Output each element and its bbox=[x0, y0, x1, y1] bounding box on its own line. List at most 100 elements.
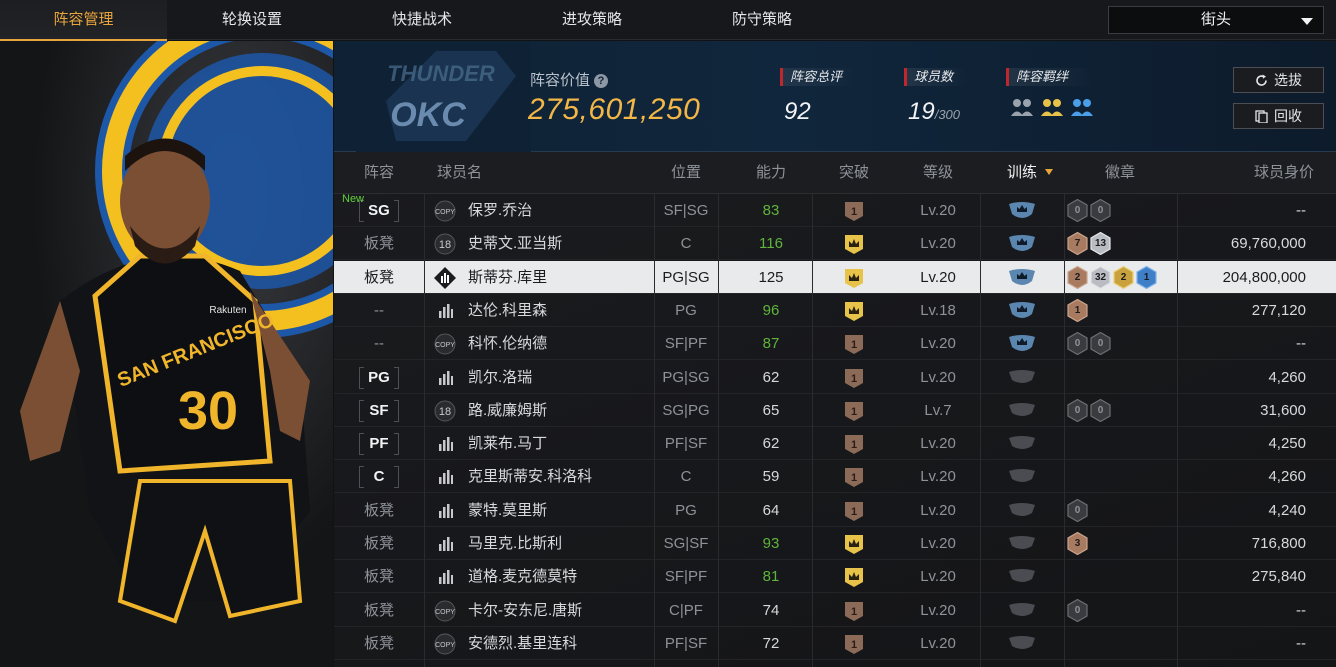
badge-group[interactable]: 1 bbox=[1067, 298, 1088, 323]
badge-group[interactable]: 00 bbox=[1067, 398, 1111, 422]
col-player-name[interactable]: 球员名 bbox=[437, 152, 497, 194]
lineup-cell[interactable]: C bbox=[334, 460, 424, 493]
player-name[interactable]: 科怀.伦纳德 bbox=[468, 327, 648, 360]
bond-blue-icon[interactable] bbox=[1070, 96, 1094, 118]
column-divider bbox=[424, 194, 425, 667]
lineup-cell[interactable]: 板凳 bbox=[334, 594, 424, 627]
untrained-shield-icon[interactable] bbox=[1008, 467, 1036, 487]
untrained-shield-icon[interactable] bbox=[1008, 401, 1036, 421]
lineup-cell[interactable]: 板凳 bbox=[334, 627, 424, 660]
player-name[interactable]: 马里克.比斯利 bbox=[468, 527, 648, 560]
player-name[interactable]: 凯莱布.马丁 bbox=[468, 427, 648, 460]
table-row[interactable]: SG New COPY 保罗.乔治 SF|SG 83 1 Lv.20 0 0 -- bbox=[334, 193, 1336, 227]
bond-gold-icon[interactable] bbox=[1040, 96, 1064, 118]
untrained-shield-icon[interactable] bbox=[1008, 434, 1036, 454]
badge-group[interactable]: 0 bbox=[1067, 598, 1088, 622]
lineup-status: -- bbox=[374, 301, 384, 319]
breakthrough-rank: 1 bbox=[851, 406, 857, 418]
lineup-cell[interactable]: 板凳 bbox=[334, 560, 424, 593]
lineup-cell[interactable]: 板凳 bbox=[334, 261, 424, 294]
table-row[interactable]: C 克里斯蒂安.科洛科 C 59 1 Lv.20 4,260 bbox=[334, 460, 1336, 494]
badge-group[interactable]: 00 bbox=[1067, 331, 1111, 356]
svg-text:18: 18 bbox=[439, 406, 451, 418]
untrained-shield-icon[interactable] bbox=[1008, 634, 1036, 654]
help-icon[interactable]: ? bbox=[594, 74, 609, 88]
col-price[interactable]: 球员身价 bbox=[1214, 152, 1314, 194]
table-row[interactable]: SF 18 路.威廉姆斯 SG|PG 65 1 Lv.7 0 0 31,600 bbox=[334, 394, 1336, 427]
untrained-shield-icon[interactable] bbox=[1008, 601, 1036, 621]
tab-rotation-settings[interactable]: 轮换设置 bbox=[167, 0, 337, 40]
table-row[interactable]: 板凳 18 史蒂文.亚当斯 C 116 Lv.20 7 13 69,760,000 bbox=[334, 227, 1336, 261]
col-level[interactable]: 等级 bbox=[906, 152, 970, 194]
recycle-button[interactable]: 回收 bbox=[1233, 103, 1324, 129]
table-row[interactable]: 板凳 COPY 安德烈.基里连科 PF|SF 72 1 Lv.20 -- bbox=[334, 627, 1336, 660]
player-name[interactable]: 凯尔.洛瑞 bbox=[468, 361, 648, 394]
tab-quick-tactics[interactable]: 快捷战术 bbox=[337, 0, 507, 40]
badge-group[interactable]: 7 13 bbox=[1067, 232, 1111, 256]
player-portrait: SAN FRANCISCO 30 Rakuten bbox=[0, 41, 333, 667]
col-training[interactable]: 训练 bbox=[994, 152, 1066, 194]
untrained-shield-icon[interactable] bbox=[1008, 567, 1036, 587]
team-logo-text: OKC bbox=[390, 96, 466, 134]
badge-group[interactable]: 2 32 2 1 bbox=[1067, 265, 1157, 289]
untrained-shield-icon[interactable] bbox=[1008, 368, 1036, 388]
player-level: Lv.20 bbox=[920, 501, 956, 519]
player-price: 716,800 bbox=[1251, 535, 1306, 552]
table-row[interactable]: 板凳 道格.麦克德莫特 SF|PF 81 Lv.20 275,840 bbox=[334, 560, 1336, 594]
trained-shield-icon[interactable] bbox=[1008, 301, 1036, 321]
col-lineup[interactable]: 阵容 bbox=[334, 152, 424, 194]
table-row[interactable]: 板凳 马里克.比斯利 SG|SF 93 Lv.20 3 716,800 bbox=[334, 527, 1336, 560]
lineup-cell[interactable]: 板凳 bbox=[334, 494, 424, 527]
bond-icons[interactable] bbox=[1010, 96, 1094, 118]
tab-defense-strategy[interactable]: 防守策略 bbox=[677, 0, 847, 40]
untrained-shield-icon[interactable] bbox=[1008, 501, 1036, 521]
player-name[interactable]: 保罗.乔治 bbox=[468, 194, 648, 227]
table-row[interactable]: 板凳 COPY 卡尔-安东尼.唐斯 C|PF 74 1 Lv.20 0 -- bbox=[334, 594, 1336, 627]
tab-lineup-management[interactable]: 阵容管理 bbox=[0, 0, 167, 41]
player-name[interactable]: 斯蒂芬.库里 bbox=[468, 261, 648, 294]
untrained-shield-icon[interactable] bbox=[1008, 534, 1036, 554]
player-name[interactable]: 卡尔-安东尼.唐斯 bbox=[468, 594, 648, 627]
badge-group[interactable]: 0 bbox=[1067, 498, 1088, 522]
table-row[interactable]: 板凳 蒙特.莫里斯 PG 64 1 Lv.20 0 4,240 bbox=[334, 494, 1336, 527]
bond-gray-icon[interactable] bbox=[1010, 96, 1034, 118]
trained-shield-icon[interactable] bbox=[1008, 201, 1036, 221]
trained-shield-icon[interactable] bbox=[1008, 268, 1036, 288]
player-name[interactable]: 安德烈.基里连科 bbox=[468, 627, 648, 660]
player-name[interactable]: 达伦.科里森 bbox=[468, 294, 648, 327]
col-breakthrough[interactable]: 突破 bbox=[822, 152, 886, 194]
lineup-cell[interactable]: SF bbox=[334, 394, 424, 427]
tab-offense-strategy[interactable]: 进攻策略 bbox=[507, 0, 677, 40]
trained-shield-icon[interactable] bbox=[1008, 234, 1036, 254]
player-name[interactable]: 史蒂文.亚当斯 bbox=[468, 227, 648, 260]
lineup-cell[interactable]: PG bbox=[334, 361, 424, 394]
lineup-status: 板凳 bbox=[363, 535, 394, 552]
table-row[interactable]: PG 凯尔.洛瑞 PG|SG 62 1 Lv.20 4,260 bbox=[334, 361, 1336, 394]
select-player-button[interactable]: 选拔 bbox=[1233, 67, 1324, 93]
lineup-cell[interactable]: 板凳 bbox=[334, 227, 424, 260]
player-count-max: /300 bbox=[934, 107, 961, 122]
table-row[interactable]: -- 达伦.科里森 PG 96 Lv.18 1 277,120 bbox=[334, 294, 1336, 327]
lineup-cell[interactable]: SG New bbox=[334, 193, 424, 227]
lineup-cell[interactable]: PF bbox=[334, 427, 424, 460]
mode-select[interactable]: 街头 bbox=[1108, 6, 1324, 34]
lineup-cell[interactable]: -- bbox=[334, 327, 424, 360]
player-name[interactable]: 克里斯蒂安.科洛科 bbox=[468, 460, 648, 493]
table-row[interactable]: -- COPY 科怀.伦纳德 SF|PF 87 1 Lv.20 0 0 -- bbox=[334, 327, 1336, 361]
player-name[interactable]: 路.威廉姆斯 bbox=[468, 394, 648, 427]
player-name[interactable]: 道格.麦克德莫特 bbox=[468, 560, 648, 593]
crown-breakthrough-icon bbox=[845, 235, 863, 255]
lineup-cell[interactable]: -- bbox=[334, 294, 424, 327]
badge-group[interactable]: 00 bbox=[1067, 198, 1111, 223]
player-name[interactable]: 蒙特.莫里斯 bbox=[468, 494, 648, 527]
player-ability: 96 bbox=[762, 301, 780, 319]
badge-hex: 0 bbox=[1067, 331, 1088, 356]
table-row[interactable]: PF 凯莱布.马丁 PF|SF 62 1 Lv.20 4,250 bbox=[334, 427, 1336, 461]
table-row[interactable]: 板凳 斯蒂芬.库里 PG|SG 125 Lv.20 2 32 2 1 204,800,000 bbox=[334, 260, 1336, 294]
trained-shield-icon[interactable] bbox=[1008, 334, 1036, 354]
col-ability[interactable]: 能力 bbox=[739, 152, 803, 194]
col-badges[interactable]: 徽章 bbox=[1090, 152, 1150, 194]
col-position[interactable]: 位置 bbox=[654, 152, 718, 194]
lineup-cell[interactable]: 板凳 bbox=[334, 527, 424, 560]
badge-group[interactable]: 3 bbox=[1067, 531, 1088, 556]
